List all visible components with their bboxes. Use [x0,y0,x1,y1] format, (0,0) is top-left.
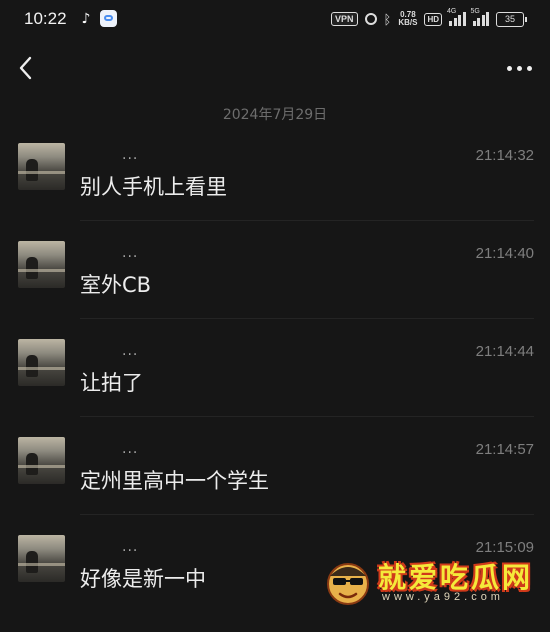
signal-type-label: 5G [470,8,480,15]
message-time: 21:14:32 [475,147,534,164]
message-time: 21:14:44 [475,343,534,360]
tiktok-icon: ♪ [81,11,91,27]
hd-icon: HD [424,12,442,26]
message-item[interactable]: ... 21:14:57 定州里高中一个学生 [0,437,550,534]
more-options-button[interactable] [504,56,534,80]
avatar[interactable] [18,143,65,190]
sender-name: ... [122,147,139,163]
sender-name: ... [122,245,139,261]
message-text: 好像是新一中 [80,567,206,591]
signal-icon: 4G [447,8,466,26]
more-dots-icon [526,65,532,71]
watermark-url: www.ya92.com [382,591,504,603]
message-item[interactable]: ... 21:14:32 别人手机上看里 [0,143,550,240]
vpn-icon: VPN [330,12,358,26]
signal-type-label: 4G [447,8,457,15]
network-speed-unit: KB/S [398,18,418,27]
network-speed: 0.78 KB/S [398,11,417,27]
avatar[interactable] [18,339,65,386]
back-button[interactable] [14,54,38,82]
message-text: 定州里高中一个学生 [80,469,269,493]
chevron-left-icon [19,56,32,80]
status-icons: VPN ᛒ 0.78 KB/S HD 4G 5G 35 [330,8,527,29]
avatar[interactable] [18,535,65,582]
watermark-title: 就爱吃瓜网 [378,561,534,594]
bluetooth-icon: ᛒ [383,11,392,27]
message-text: 室外CB [80,273,152,297]
alarm-icon [364,13,377,25]
status-bar: 10:22 ♪ VPN ᛒ 0.78 KB/S HD 4G 5G 35 [0,0,550,38]
more-dots-icon [516,65,522,71]
message-time: 21:14:57 [475,441,534,458]
watermark-logo: 就爱吃瓜网 www.ya92.com [322,554,542,610]
sender-name: ... [122,441,139,457]
more-dots-icon [506,65,512,71]
divider [80,220,534,221]
divider [80,416,534,417]
message-time: 21:14:40 [475,245,534,262]
sender-name: ... [122,539,139,555]
battery-icon: 35 [496,11,527,27]
avatar[interactable] [18,241,65,288]
message-text: 别人手机上看里 [80,175,227,199]
message-item[interactable]: ... 21:14:44 让拍了 [0,339,550,436]
mascot-icon [327,563,369,605]
date-separator: 2024年7月29日 [222,107,328,123]
message-item[interactable]: ... 21:14:40 室外CB [0,241,550,338]
app-icon [100,10,117,27]
message-text: 让拍了 [80,371,143,395]
signal-icon: 5G [471,8,489,26]
sender-name: ... [122,343,139,359]
avatar[interactable] [18,437,65,484]
divider [80,514,534,515]
divider [80,318,534,319]
status-time: 10:22 [24,9,67,28]
